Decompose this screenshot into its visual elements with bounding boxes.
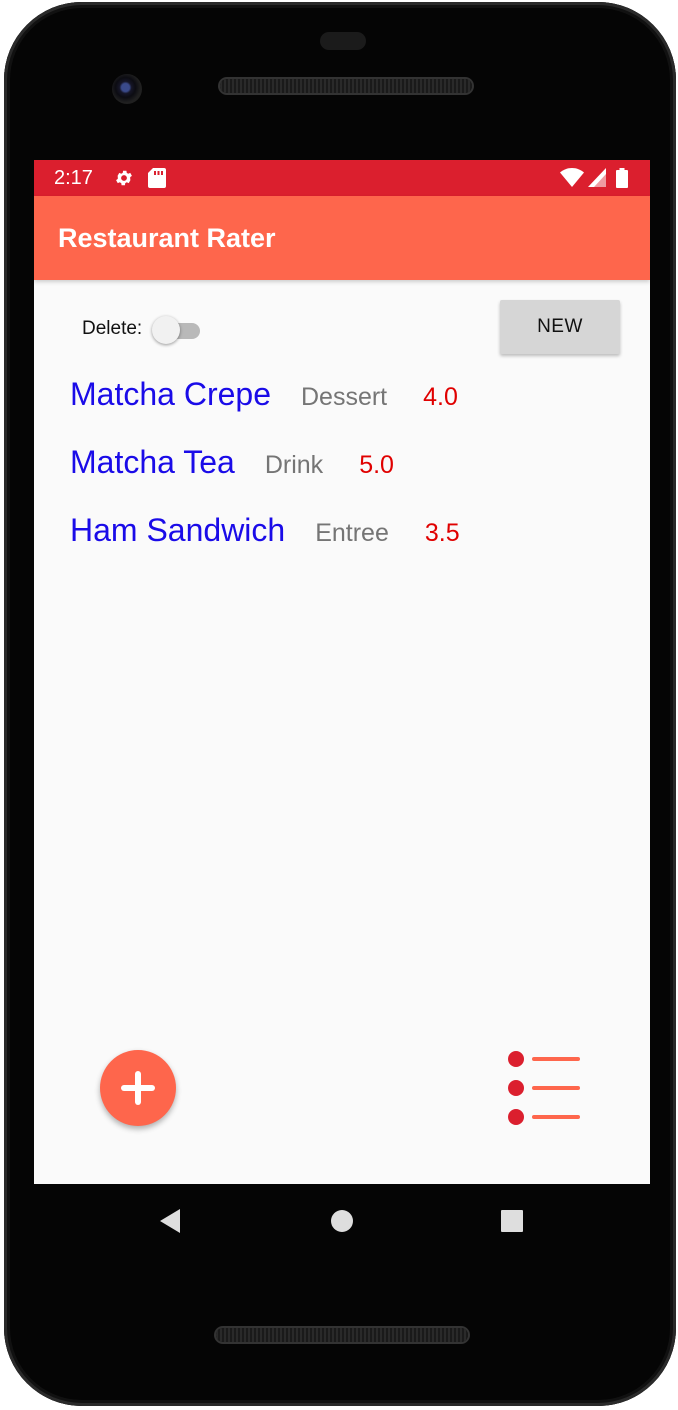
delete-label: Delete: [82,318,143,339]
battery-icon [616,168,628,193]
restaurant-name: Matcha Crepe [70,376,271,412]
list-item[interactable]: Ham Sandwich Entree 3.5 [70,512,630,580]
restaurant-type: Drink [264,451,324,479]
home-icon[interactable] [330,1209,354,1233]
restaurant-type: Dessert [300,383,388,411]
app-screen: 2:17 Restaurant Rater Delete: NEW Matcha… [34,160,650,1184]
restaurant-list: Matcha Crepe Dessert 4.0 Matcha Tea Drink 5.… [70,376,630,580]
signal-icon [588,168,606,193]
restaurant-rating: 3.5 [424,519,460,547]
list-icon [508,1051,580,1125]
add-restaurant-button[interactable] [100,1050,176,1126]
restaurant-rating: 5.0 [359,451,394,479]
system-navigation-bar [0,1184,678,1254]
list-item[interactable]: Matcha Tea Drink 5.0 [70,444,630,512]
list-item[interactable]: Matcha Crepe Dessert 4.0 [70,376,630,444]
restaurant-rating: 4.0 [423,383,458,411]
app-title: Restaurant Rater [58,223,276,253]
restaurant-type: Entree [315,519,389,547]
restaurant-name: Matcha Tea [70,444,235,480]
delete-toggle[interactable] [152,314,202,344]
app-bar: Restaurant Rater [34,196,650,280]
restaurant-name: Ham Sandwich [70,512,286,548]
bottom-speaker-grille [216,1328,468,1342]
plus-icon [121,1071,155,1105]
settings-icon [114,168,134,193]
status-bar: 2:17 [34,160,650,196]
top-speaker-grille [220,79,472,93]
status-time: 2:17 [54,167,93,189]
new-button[interactable]: NEW [500,300,620,354]
recents-icon[interactable] [500,1209,524,1233]
wifi-icon [560,168,584,193]
toggle-thumb [152,316,180,344]
earpiece-notch [320,32,366,50]
sd-card-icon [148,168,166,193]
front-camera [112,74,142,104]
list-view-button[interactable] [504,1046,584,1126]
back-icon[interactable] [158,1208,182,1234]
